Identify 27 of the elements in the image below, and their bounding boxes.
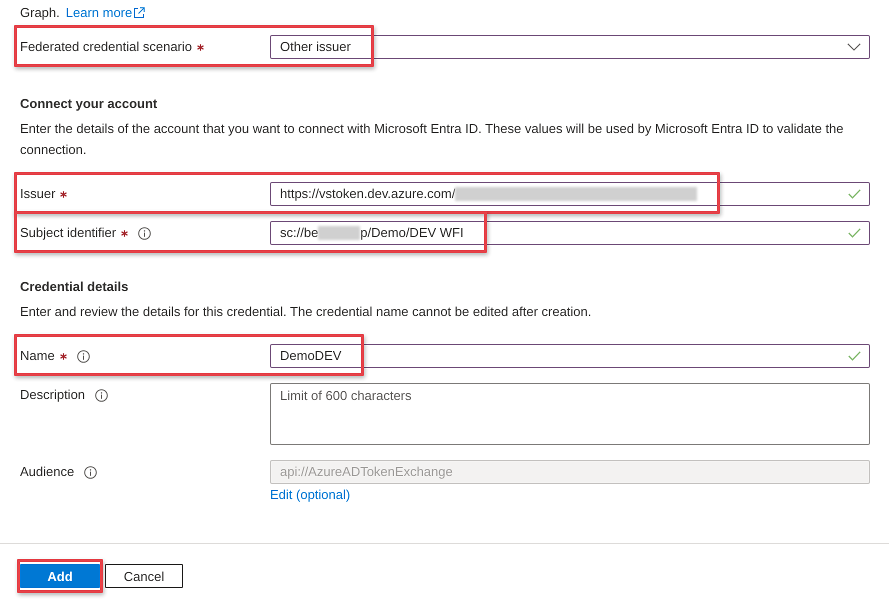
field-label: Subject identifier — [20, 224, 116, 242]
cancel-button[interactable]: Cancel — [105, 564, 183, 588]
learn-more-link[interactable]: Learn more — [66, 4, 146, 22]
field-label: Description — [20, 386, 86, 404]
info-icon[interactable] — [95, 388, 108, 402]
add-button[interactable]: Add — [20, 564, 100, 588]
intro-text: Graph. — [20, 4, 60, 22]
section-description: Enter and review the details for this credential. The credential name cannot be edited after creation. — [20, 303, 592, 321]
redaction-blur — [318, 226, 360, 240]
section-heading: Credential details — [20, 278, 130, 296]
info-icon[interactable] — [84, 466, 98, 478]
section-description: Enter the details of the account that you want to connect with Microsoft Entra ID. These values will be used by Microsoft Entra ID to validate the connection. — [20, 120, 845, 159]
field-label: Audience — [20, 463, 74, 481]
chevron-down-icon — [847, 43, 861, 51]
info-icon[interactable] — [76, 350, 90, 362]
field-label: Name — [20, 347, 55, 365]
section-heading: Connect your account — [20, 95, 158, 113]
field-label: Issuer — [20, 185, 56, 203]
info-icon[interactable] — [138, 226, 152, 240]
edit-link[interactable]: Edit (optional) — [270, 487, 350, 503]
textarea-field[interactable]: Limit of 600 characters — [270, 383, 870, 445]
field-label: Federated credential scenario — [20, 38, 192, 56]
input-field[interactable]: DemoDEV — [270, 344, 870, 368]
input-field[interactable]: sc://be p/Demo/DEV WFI — [270, 221, 870, 245]
input-field[interactable]: https://vstoken.dev.azure.com/ — [270, 182, 870, 206]
external-link-icon — [133, 7, 146, 19]
select-field[interactable]: Other issuer — [270, 35, 870, 59]
